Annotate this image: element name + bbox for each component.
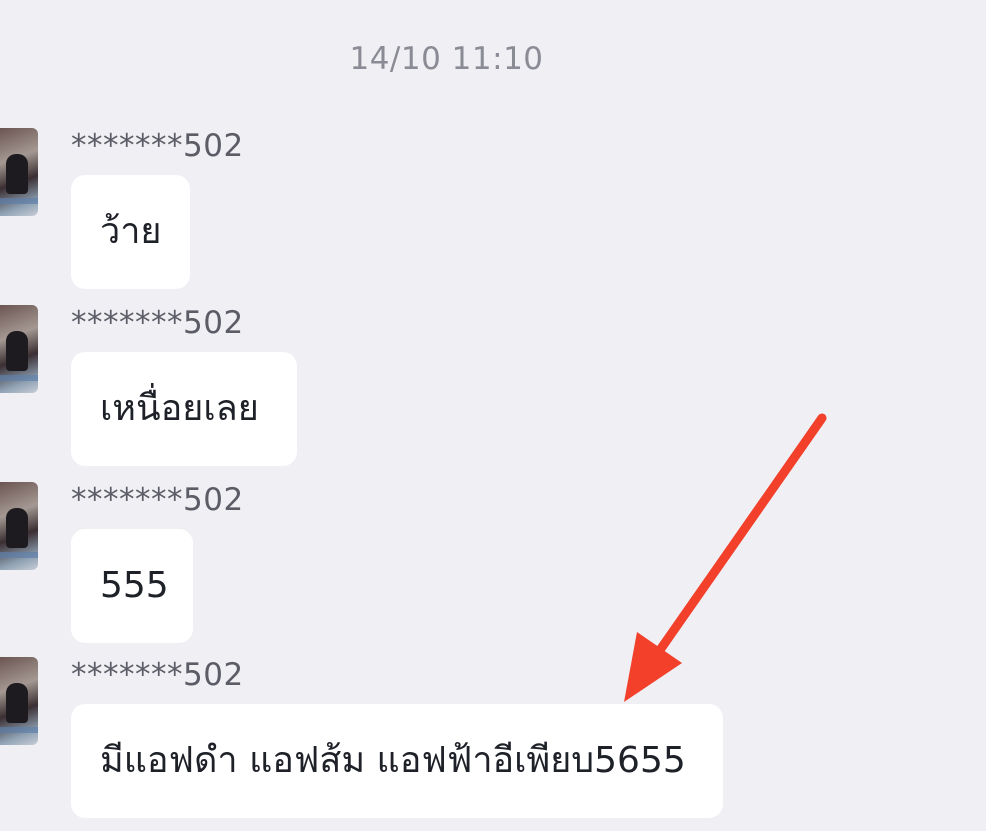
sender-name: *******502 xyxy=(71,482,244,518)
avatar-figure xyxy=(6,508,28,548)
avatar-figure xyxy=(6,331,28,371)
message-bubble[interactable]: เหนื่อยเลย xyxy=(71,352,297,466)
arrow-head xyxy=(624,632,682,702)
message-bubble[interactable]: ว้าย xyxy=(71,175,190,289)
sender-name: *******502 xyxy=(71,657,244,693)
avatar-detail xyxy=(0,552,38,558)
avatar[interactable] xyxy=(0,657,38,745)
sender-name: *******502 xyxy=(71,128,244,164)
message-bubble[interactable]: 555 xyxy=(71,529,193,643)
avatar[interactable] xyxy=(0,128,38,216)
avatar-detail xyxy=(0,198,38,204)
message-bubble[interactable]: มีแอฟดำ แอฟส้ม แอฟฟ้าอีเพียบ5655 xyxy=(71,704,723,818)
avatar[interactable] xyxy=(0,305,38,393)
sender-name: *******502 xyxy=(71,305,244,341)
avatar-detail xyxy=(0,727,38,733)
chat-timestamp: 14/10 11:10 xyxy=(349,41,544,77)
arrow-shaft xyxy=(655,413,827,655)
avatar-detail xyxy=(0,375,38,381)
avatar-figure xyxy=(6,683,28,723)
avatar[interactable] xyxy=(0,482,38,570)
avatar-figure xyxy=(6,154,28,194)
